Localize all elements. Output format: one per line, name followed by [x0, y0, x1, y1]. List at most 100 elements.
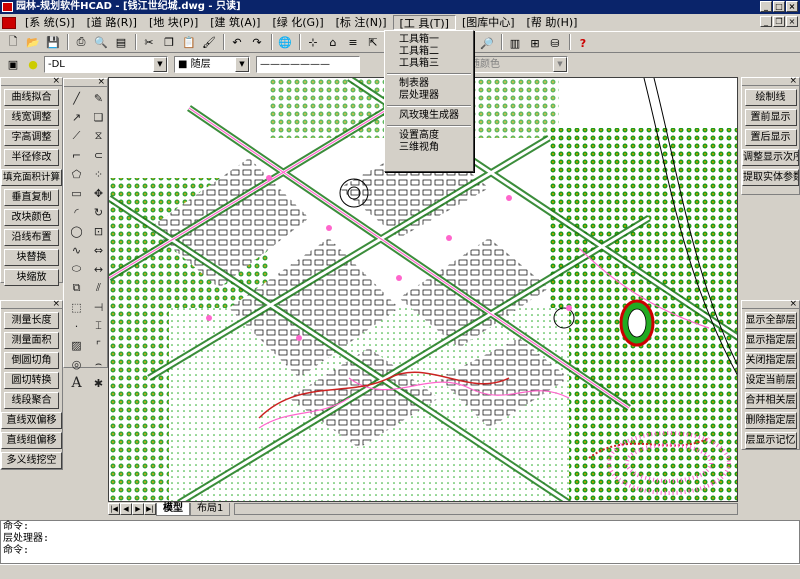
tab-model[interactable]: 模型 — [156, 502, 190, 516]
doc-minimize-button[interactable]: _ — [760, 16, 772, 27]
doc-restore-button[interactable]: ❐ — [773, 16, 785, 27]
merge-layers-button[interactable]: 合并相关层 — [744, 392, 797, 409]
layer-dropdown[interactable]: -DL ▼ — [44, 56, 168, 73]
erase-icon[interactable]: ✎ — [88, 89, 109, 107]
menu-annotate[interactable]: [标 注(N)] — [330, 15, 393, 30]
last-tab-icon[interactable]: ▶| — [144, 503, 156, 515]
horizontal-scrollbar[interactable] — [234, 503, 738, 515]
save-icon[interactable]: 💾 — [44, 33, 62, 51]
region-icon[interactable]: ◎ — [66, 355, 87, 373]
measure-area-button[interactable]: 测量面积 — [4, 332, 59, 349]
tab-layout1[interactable]: 布局1 — [190, 502, 231, 516]
prev-tab-icon[interactable]: ◀ — [120, 503, 132, 515]
ellipse-icon[interactable]: ⬭ — [66, 260, 87, 278]
trim-icon[interactable]: ⫽ — [88, 279, 109, 297]
vertical-copy-button[interactable]: 垂直复制 — [4, 189, 59, 206]
circle-icon[interactable]: ◯ — [66, 222, 87, 240]
radius-edit-button[interactable]: 半径修改 — [4, 149, 59, 166]
explode-icon[interactable]: ✱ — [88, 374, 109, 392]
properties-icon[interactable]: ▥ — [506, 34, 524, 52]
web-icon[interactable]: 🌐 — [276, 33, 294, 51]
make-block-icon[interactable]: ⬚ — [66, 298, 87, 316]
spline-icon[interactable]: ∿ — [66, 241, 87, 259]
polygon-icon[interactable]: ⬠ — [66, 165, 87, 183]
offset-icon[interactable]: ⊂ — [88, 146, 109, 164]
snap-icon[interactable]: ⊹ — [304, 33, 322, 51]
new-icon[interactable]: 🗋 — [4, 33, 22, 51]
menu-building[interactable]: [建 筑(A)] — [204, 15, 266, 30]
draw-line-button[interactable]: 绘制线 — [744, 89, 797, 106]
open-icon[interactable]: 📂 — [24, 33, 42, 51]
block-color-button[interactable]: 改块颜色 — [4, 209, 59, 226]
fillet-chamfer-button[interactable]: 倒圆切角 — [4, 352, 59, 369]
copy-object-icon[interactable]: ❏ — [88, 108, 109, 126]
text-icon[interactable]: A — [66, 374, 87, 392]
close-icon[interactable]: × — [97, 77, 105, 87]
menu-item-toolbox-2[interactable]: 工具箱二 — [385, 46, 473, 58]
close-icon[interactable]: × — [789, 299, 797, 309]
menu-road[interactable]: [道 路(R)] — [81, 15, 143, 30]
layer-memory-button[interactable]: 层显示记忆 — [744, 432, 797, 449]
table-icon[interactable]: ⊞ — [526, 34, 544, 52]
close-icon[interactable]: × — [52, 299, 60, 309]
arc-icon[interactable]: ◜ — [66, 203, 87, 221]
menu-item-toolbox-1[interactable]: 工具箱一 — [385, 34, 473, 46]
extract-params-button[interactable]: 提取实体参数 — [742, 169, 799, 186]
database-icon[interactable]: ⛁ — [546, 34, 564, 52]
chamfer-icon[interactable]: ⌜ — [88, 336, 109, 354]
group-offset-button[interactable]: 直线组偏移 — [1, 432, 62, 449]
close-icon[interactable]: × — [52, 76, 60, 86]
point-icon[interactable]: · — [66, 317, 87, 335]
break-icon[interactable]: ⌶ — [88, 317, 109, 335]
help-icon[interactable]: ? — [574, 34, 592, 52]
bring-front-button[interactable]: 置前显示 — [744, 109, 797, 126]
array-icon[interactable]: ⁘ — [88, 165, 109, 183]
polyline-icon[interactable]: ⌐ — [66, 146, 87, 164]
mirror-icon[interactable]: ⧖ — [88, 127, 109, 145]
menu-item-toolbox-3[interactable]: 工具箱三 — [385, 58, 473, 70]
close-icon[interactable]: × — [789, 76, 797, 86]
circle-convert-button[interactable]: 圆切转换 — [4, 372, 59, 389]
menu-system[interactable]: [系 统(S)] — [19, 15, 81, 30]
first-tab-icon[interactable]: |◀ — [108, 503, 120, 515]
undo-icon[interactable]: ↶ — [228, 33, 246, 51]
fillet-icon[interactable]: ⌢ — [88, 355, 109, 373]
rectangle-icon[interactable]: ▭ — [66, 184, 87, 202]
draw-order-button[interactable]: 调整显示次序 — [742, 149, 799, 166]
command-line[interactable]: 命令: 层处理器: 命令: — [0, 520, 800, 564]
curve-fit-button[interactable]: 曲线拟合 — [4, 89, 59, 106]
menu-tools[interactable]: [工 具(T)] — [392, 15, 456, 30]
set-current-layer-button[interactable]: 设定当前层 — [744, 372, 797, 389]
fill-area-button[interactable]: 填充面积计算 — [1, 169, 62, 186]
doc-close-button[interactable]: × — [786, 16, 798, 27]
print-icon[interactable]: ⎙ — [72, 33, 90, 51]
plot-icon[interactable]: ▤ — [112, 33, 130, 51]
menu-item-table-maker[interactable]: 制表器 — [385, 78, 473, 90]
maximize-button[interactable]: □ — [773, 1, 785, 12]
color-dropdown[interactable]: ■ 随层 ▼ — [174, 56, 250, 73]
along-line-button[interactable]: 沿线布置 — [4, 229, 59, 246]
layer-icon[interactable]: ≡ — [344, 33, 362, 51]
next-tab-icon[interactable]: ▶ — [132, 503, 144, 515]
menu-help[interactable]: [帮 助(H)] — [521, 15, 584, 30]
document-icon[interactable] — [2, 16, 16, 29]
stretch-icon[interactable]: ⇔ — [88, 241, 109, 259]
polyline-hollow-button[interactable]: 多义线挖空 — [1, 452, 62, 469]
move-icon[interactable]: ✥ — [88, 184, 109, 202]
menu-item-set-height[interactable]: 设置高度 — [385, 130, 473, 142]
text-height-button[interactable]: 字高调整 — [4, 129, 59, 146]
menu-item-3d-view[interactable]: 三维视角 — [385, 142, 473, 154]
menu-plot[interactable]: [地 块(P)] — [143, 15, 204, 30]
rotate-icon[interactable]: ↻ — [88, 203, 109, 221]
block-replace-button[interactable]: 块替换 — [4, 249, 59, 266]
copy-icon[interactable]: ❐ — [160, 33, 178, 51]
send-back-button[interactable]: 置后显示 — [744, 129, 797, 146]
hatch-icon[interactable]: ▨ — [66, 336, 87, 354]
close-button[interactable]: × — [786, 1, 798, 12]
show-all-layers-button[interactable]: 显示全部层 — [744, 312, 797, 329]
menu-greening[interactable]: [绿 化(G)] — [266, 15, 329, 30]
xline-icon[interactable]: ⟋ — [66, 127, 87, 145]
linetype-dropdown[interactable]: ——————— CONTINUOUS — [256, 56, 360, 73]
block-scale-button[interactable]: 块缩放 — [4, 269, 59, 286]
ray-icon[interactable]: ↗ — [66, 108, 87, 126]
